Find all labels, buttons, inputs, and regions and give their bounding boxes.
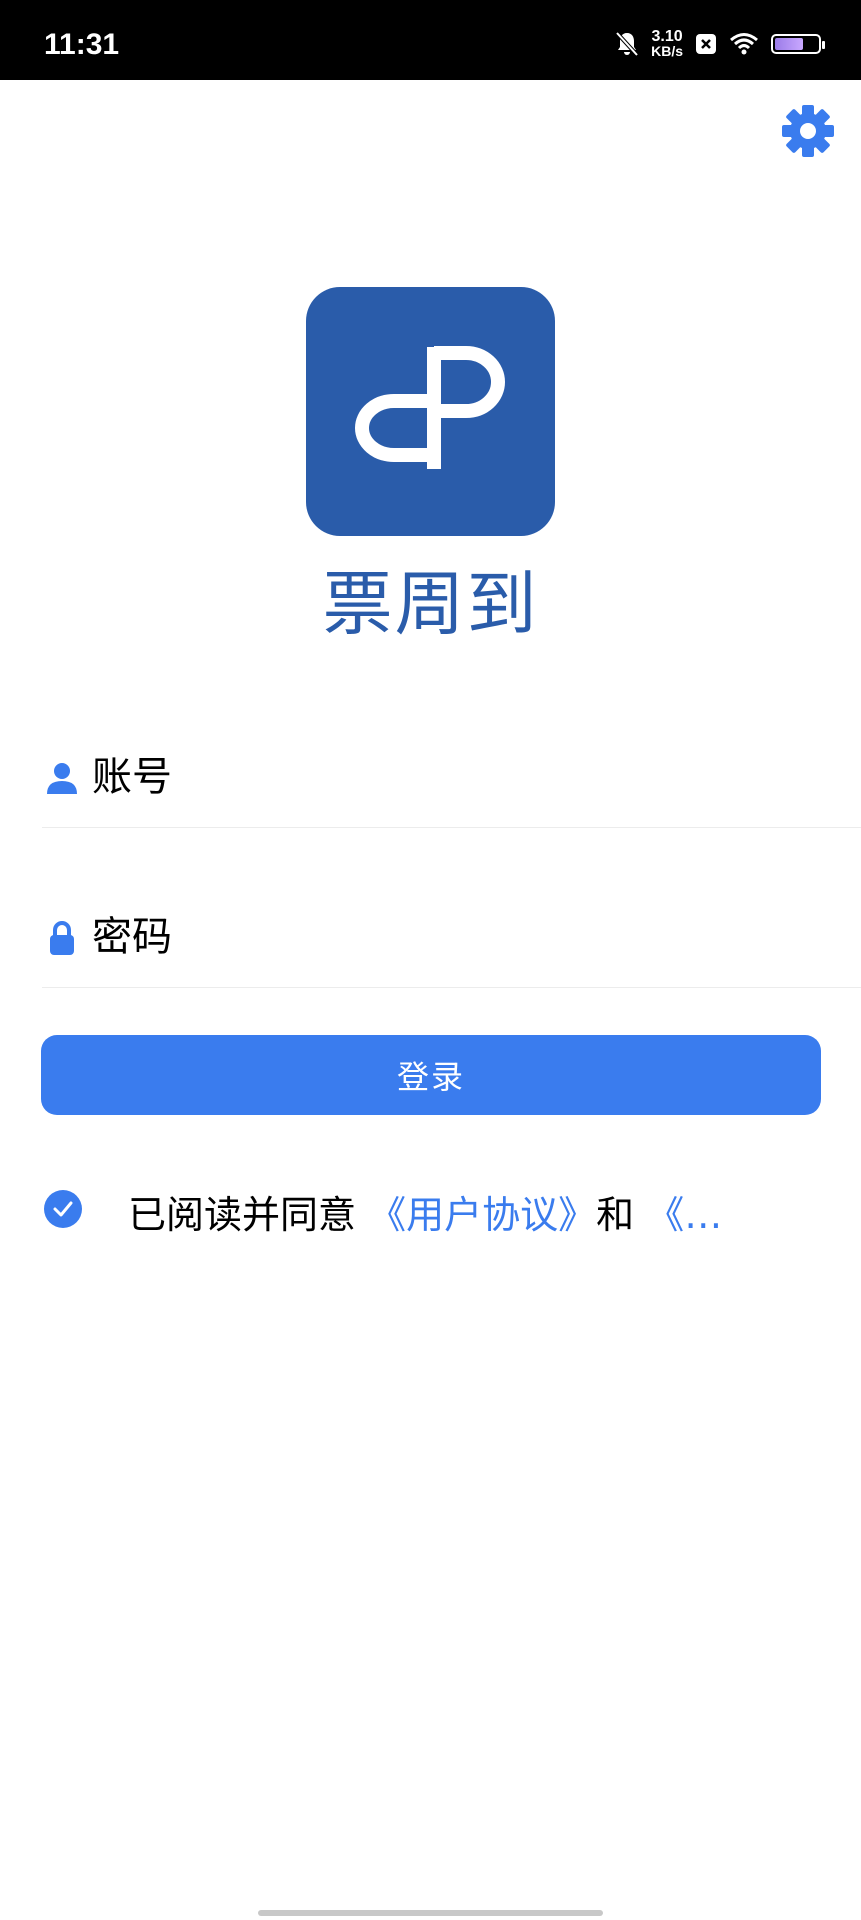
privacy-policy-link[interactable]: 《…	[646, 1193, 722, 1237]
status-bar: 11:31 3.10 KB/s	[0, 0, 861, 80]
logo-mark	[355, 346, 505, 469]
check-icon	[53, 1201, 73, 1217]
agree-checkbox[interactable]	[44, 1190, 82, 1228]
app-logo	[306, 287, 555, 536]
logo-name: 票周到	[322, 563, 539, 645]
home-indicator[interactable]	[258, 1910, 603, 1916]
x-badge-icon	[696, 34, 716, 54]
net-speed: 3.10 KB/s	[651, 28, 683, 59]
agreement-row: 已阅读并同意 《用户协议》和 《…	[42, 1180, 832, 1240]
user-icon	[47, 763, 77, 794]
account-field-row	[42, 727, 861, 828]
battery-icon	[771, 34, 825, 54]
account-input[interactable]	[92, 747, 812, 807]
net-speed-value: 3.10	[651, 28, 683, 45]
bell-muted-icon	[615, 31, 639, 57]
agreement-prefix: 已阅读并同意	[128, 1193, 357, 1237]
agreement-and: 和	[596, 1193, 635, 1237]
net-speed-unit: KB/s	[651, 43, 683, 59]
user-agreement-link[interactable]: 《用户协议》	[368, 1193, 596, 1237]
status-icons: 3.10 KB/s	[615, 26, 825, 62]
wifi-icon	[730, 33, 758, 55]
password-input[interactable]	[92, 907, 812, 967]
agreement-text: 已阅读并同意 《用户协议》和 《…	[128, 1184, 722, 1239]
status-time: 11:31	[44, 28, 120, 61]
login-button[interactable]: 登录	[41, 1035, 821, 1115]
gear-icon[interactable]	[781, 104, 835, 158]
password-field-row	[42, 887, 861, 988]
lock-icon	[50, 921, 74, 955]
